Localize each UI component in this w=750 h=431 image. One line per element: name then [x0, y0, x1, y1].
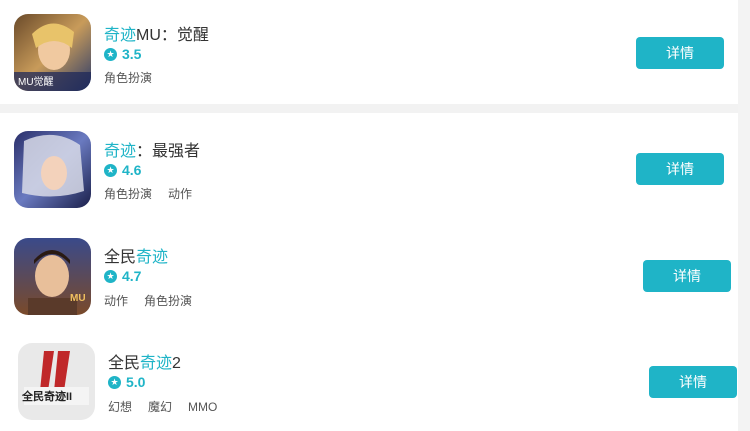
rating-value: 4.7 — [122, 268, 142, 284]
app-title: 全民奇迹 — [104, 243, 168, 267]
icon-badge: 全民奇迹II — [22, 391, 73, 403]
app-list-item: MU 全民奇迹 4.7 动作 角色扮演 详情 — [0, 226, 738, 331]
details-button[interactable]: 详情 — [636, 153, 724, 185]
tag-list: 幻想 魔幻 MMO — [108, 398, 233, 415]
rating: 4.7 — [104, 268, 141, 284]
quanmin-qiji-2-icon[interactable] — [18, 343, 95, 420]
star-icon — [104, 47, 117, 61]
app-list-item: MU觉醒 奇迹MU：觉醒 3.5 角色扮演 详情 — [0, 0, 738, 104]
details-button[interactable]: 详情 — [649, 366, 737, 398]
title-rest: ：最强者 — [136, 143, 201, 160]
title-highlight: 奇迹 — [136, 249, 169, 266]
details-button[interactable]: 详情 — [636, 37, 724, 69]
tag: 角色扮演 — [144, 294, 193, 308]
app-title: 奇迹：最强者 — [104, 137, 200, 161]
tag: 幻想 — [108, 400, 133, 414]
app-list-item: 奇迹：最强者 4.6 角色扮演 动作 详情 — [0, 113, 738, 226]
star-icon — [104, 163, 117, 177]
title-prefix: 全民 — [108, 355, 141, 372]
star-icon — [104, 269, 117, 283]
title-highlight: 奇迹 — [104, 27, 137, 44]
title-highlight: 奇迹 — [104, 143, 137, 160]
tag-list: 动作 角色扮演 — [104, 292, 208, 309]
title-prefix: 全民 — [104, 249, 137, 266]
details-button[interactable]: 详情 — [643, 260, 731, 292]
rating: 3.5 — [104, 46, 141, 62]
tag-list: 角色扮演 动作 — [104, 185, 208, 202]
tag: MMO — [188, 400, 218, 414]
title-highlight: 奇迹 — [140, 355, 173, 372]
tag: 动作 — [104, 294, 129, 308]
rating: 5.0 — [108, 374, 145, 390]
rating-value: 3.5 — [122, 46, 142, 62]
rating-value: 4.6 — [122, 162, 142, 178]
strongest-icon[interactable] — [14, 131, 91, 208]
rating-value: 5.0 — [126, 374, 146, 390]
rating: 4.6 — [104, 162, 141, 178]
star-icon — [108, 375, 121, 389]
tag: 魔幻 — [148, 400, 173, 414]
scroll-area-edge — [738, 0, 750, 431]
app-list-item: 全民奇迹II 全民奇迹2 5.0 幻想 魔幻 MMO 详情 — [0, 331, 738, 431]
title-rest: MU：觉醒 — [136, 27, 209, 44]
icon-badge: MU — [70, 293, 86, 304]
tag: 动作 — [168, 187, 193, 201]
title-rest: 2 — [172, 355, 181, 372]
icon-badge: MU觉醒 — [18, 77, 54, 88]
section-divider — [0, 104, 738, 113]
tag: 角色扮演 — [104, 71, 153, 85]
tag: 角色扮演 — [104, 187, 153, 201]
app-title: 全民奇迹2 — [108, 349, 181, 373]
tag-list: 角色扮演 — [104, 69, 168, 86]
app-title: 奇迹MU：觉醒 — [104, 21, 209, 45]
